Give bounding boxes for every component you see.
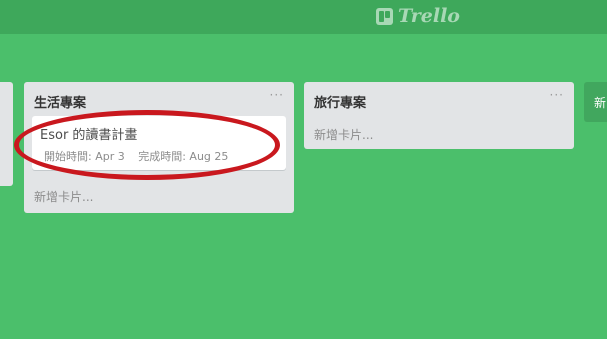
add-card-link[interactable]: 新增卡片...	[314, 126, 373, 143]
list-menu-icon[interactable]: ···	[550, 88, 564, 102]
highlight-annotation-ring	[14, 110, 280, 180]
add-card-link[interactable]: 新增卡片...	[34, 188, 93, 205]
list-partial-left	[0, 82, 13, 186]
trello-logo[interactable]: Trello	[376, 5, 460, 27]
top-bar: Trello	[0, 0, 607, 34]
add-list-button[interactable]: 新	[584, 82, 607, 122]
list-title[interactable]: 生活專案	[34, 92, 86, 111]
list-title[interactable]: 旅行專案	[314, 92, 366, 111]
add-list-label: 新	[594, 96, 607, 110]
trello-board-icon	[376, 7, 393, 25]
list-menu-icon[interactable]: ···	[270, 88, 284, 102]
list-travel-project: 旅行專案 ··· 新增卡片...	[304, 82, 574, 149]
logo-text: Trello	[398, 5, 460, 27]
